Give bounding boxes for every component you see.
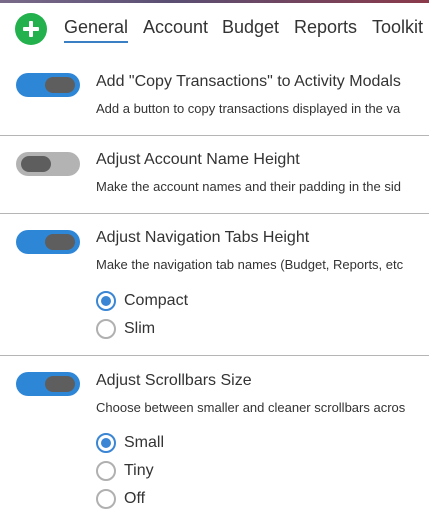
radio-label-small: Small	[124, 434, 165, 451]
radio-label-tiny: Tiny	[124, 462, 154, 479]
radio-label-compact: Compact	[124, 292, 189, 309]
scrollbars-size-toggle[interactable]	[16, 372, 80, 396]
header-nav: General Account Budget Reports Toolkit I	[0, 3, 429, 51]
radio-off[interactable]	[96, 489, 116, 509]
radio-slim[interactable]	[96, 319, 116, 339]
setting-description: Choose between smaller and cleaner scrol…	[96, 400, 406, 415]
setting-description: Make the account names and their padding…	[96, 179, 401, 194]
toggle-knob	[21, 156, 51, 172]
navigation-tabs-height-toggle[interactable]	[16, 230, 80, 254]
radio-label-off: Off	[124, 490, 146, 507]
toggle-knob	[45, 77, 75, 93]
tab-account[interactable]: Account	[143, 17, 208, 38]
tab-budget[interactable]: Budget	[222, 17, 279, 38]
account-name-height-toggle[interactable]	[16, 152, 80, 176]
radio-small[interactable]	[96, 433, 116, 453]
tab-toolkit[interactable]: Toolkit I	[372, 17, 429, 38]
toggle-knob	[45, 234, 75, 250]
divider	[0, 213, 429, 214]
divider	[0, 355, 429, 356]
tab-general[interactable]: General	[64, 17, 129, 43]
radio-tiny[interactable]	[96, 461, 116, 481]
radio-compact[interactable]	[96, 291, 116, 311]
setting-title: Add "Copy Transactions" to Activity Moda…	[96, 73, 401, 90]
radio-label-slim: Slim	[124, 320, 156, 337]
setting-title: Adjust Scrollbars Size	[96, 372, 252, 389]
divider	[0, 135, 429, 136]
copy-transactions-toggle[interactable]	[16, 73, 80, 97]
setting-title: Adjust Account Name Height	[96, 151, 300, 168]
toggle-knob	[45, 376, 75, 392]
add-plus-icon[interactable]	[15, 13, 47, 45]
setting-title: Adjust Navigation Tabs Height	[96, 229, 310, 246]
setting-description: Add a button to copy transactions displa…	[96, 101, 401, 116]
setting-description: Make the navigation tab names (Budget, R…	[96, 257, 404, 272]
tab-reports[interactable]: Reports	[294, 17, 357, 38]
